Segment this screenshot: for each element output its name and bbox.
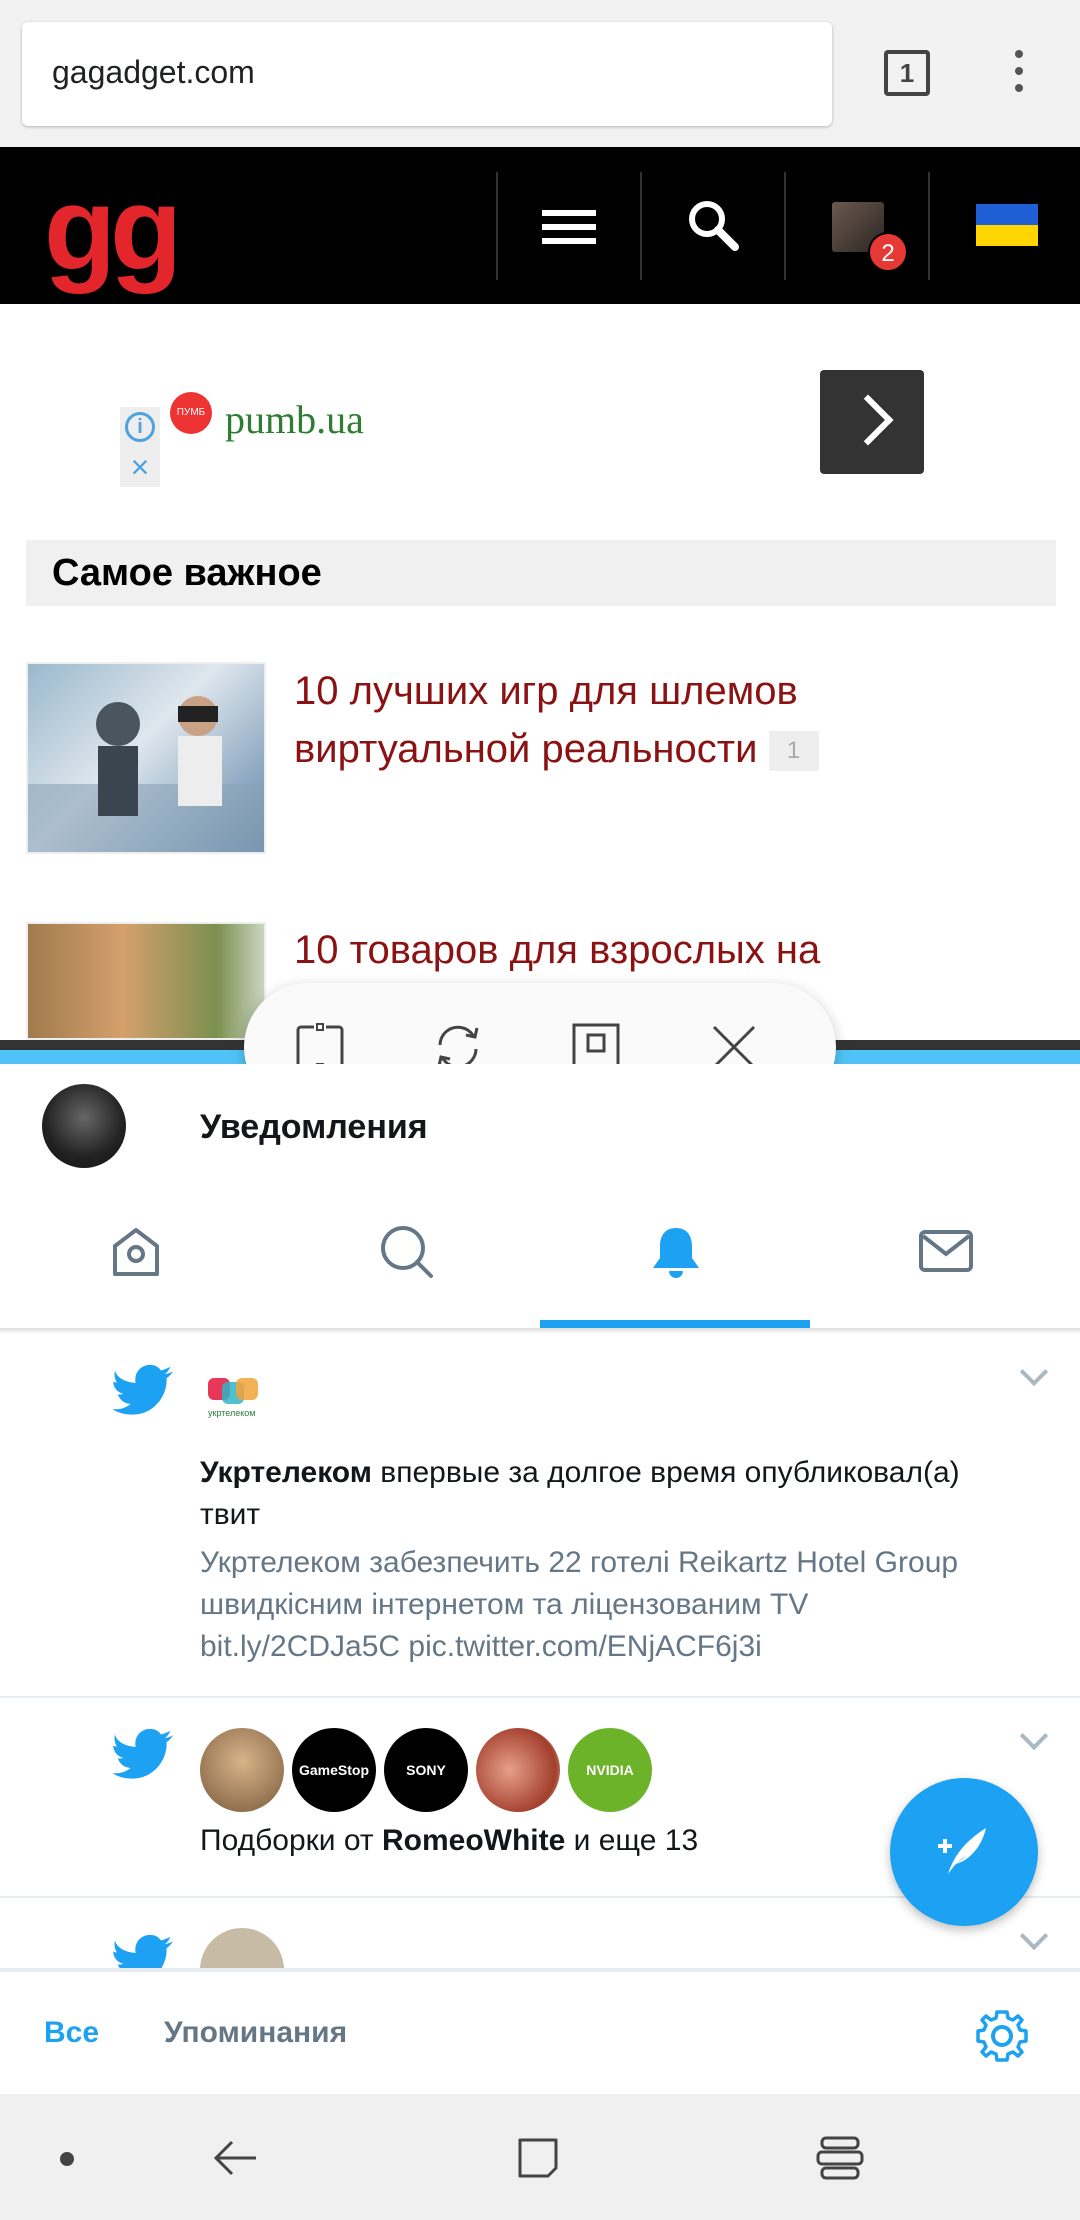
article-thumbnail[interactable] <box>26 662 266 854</box>
home-icon <box>113 1228 159 1276</box>
notification-text: Подборки от RomeoWhite и еще 13 <box>200 1824 699 1857</box>
page-title: Уведомления <box>200 1108 428 1146</box>
filter-mentions-tab[interactable]: Упоминания <box>164 2016 347 2050</box>
notification-badge: 2 <box>868 232 908 272</box>
article-thumbnail[interactable] <box>26 922 266 1040</box>
article-title[interactable]: 10 лучших игр для шлемов виртуальной реа… <box>294 669 798 771</box>
twitter-bird-icon <box>112 1728 174 1779</box>
section-header: Самое важное <box>26 540 1056 606</box>
ad-choices: i × <box>120 407 160 487</box>
tab-home[interactable] <box>0 1194 270 1328</box>
tab-messages[interactable] <box>810 1194 1080 1328</box>
url-text: gagadget.com <box>52 54 255 90</box>
chevron-down-icon[interactable] <box>1018 1926 1050 1958</box>
article-link[interactable]: 10 лучших игр для шлемов виртуальной реа… <box>294 662 914 778</box>
section-title: Самое важное <box>52 552 322 594</box>
site-logo[interactable]: gg <box>44 161 182 297</box>
vr-image <box>28 696 264 852</box>
recent-apps-icon[interactable] <box>812 2130 868 2186</box>
profile-avatar[interactable] <box>42 1084 126 1168</box>
header-divider <box>928 172 930 280</box>
ad-next-button[interactable] <box>820 370 924 474</box>
account-logo[interactable]: укртелеком <box>208 1378 270 1428</box>
browser-toolbar: gagadget.com 1 <box>0 0 1080 147</box>
avatar[interactable]: NVIDIA <box>568 1728 652 1812</box>
twitter-bird-icon <box>112 1364 174 1415</box>
comment-count[interactable]: 1 <box>768 731 819 772</box>
avatar[interactable]: SONY <box>384 1728 468 1812</box>
gear-icon[interactable] <box>974 2008 1030 2064</box>
header-divider <box>496 172 498 280</box>
header-divider <box>784 172 786 280</box>
twitter-header: Уведомления <box>0 1064 1080 1328</box>
notification-text: Укртелеком впервые за долгое время опубл… <box>200 1456 960 1531</box>
filter-all-tab[interactable]: Все <box>44 2016 99 2050</box>
tab-notifications[interactable] <box>540 1194 810 1328</box>
home-nav-icon[interactable] <box>510 2130 566 2186</box>
quill-icon <box>938 1828 986 1874</box>
address-bar[interactable]: gagadget.com <box>22 22 832 126</box>
twitter-bird-icon <box>113 1934 174 1968</box>
tab-switcher-button[interactable]: 1 <box>884 50 930 96</box>
site-header: gg 2 <box>0 147 1080 304</box>
close-ad-icon[interactable]: × <box>125 451 155 483</box>
article-link[interactable]: 10 товаров для взрослых на <box>294 921 1054 979</box>
ukraine-flag-icon[interactable] <box>976 204 1038 246</box>
article-title[interactable]: 10 товаров для взрослых на <box>294 928 820 972</box>
account-name[interactable]: Укртелеком <box>200 1456 372 1489</box>
search-icon[interactable] <box>685 197 741 253</box>
notification-item[interactable]: укртелеком Укртелеком впервые за долгое … <box>0 1334 1080 1698</box>
mail-icon <box>919 1230 973 1272</box>
tweet-snippet: Укртелеком забезпечить 22 готелі Reikart… <box>200 1546 959 1663</box>
info-icon[interactable]: i <box>125 412 155 442</box>
ad-brand-logo: ПУМБ <box>170 392 212 434</box>
chevron-down-icon[interactable] <box>1018 1362 1050 1394</box>
user-name[interactable]: RomeoWhite <box>382 1824 565 1857</box>
back-icon[interactable] <box>208 2130 264 2186</box>
bell-icon <box>653 1228 699 1278</box>
header-divider <box>640 172 642 280</box>
avatar[interactable]: GameStop <box>292 1728 376 1812</box>
avatar[interactable] <box>200 1728 284 1812</box>
avatar[interactable] <box>200 1928 284 1968</box>
ad-domain[interactable]: pumb.ua <box>225 396 364 443</box>
android-navigation-bar <box>0 2094 1080 2220</box>
search-icon <box>381 1226 433 1278</box>
notification-filter-bar: Все Упоминания <box>0 1970 1080 2094</box>
tab-search[interactable] <box>270 1194 540 1328</box>
compose-tweet-button[interactable] <box>890 1778 1038 1926</box>
nav-dot-icon[interactable] <box>60 2152 74 2166</box>
browser-menu-button[interactable] <box>1010 50 1028 100</box>
hamburger-menu-icon[interactable] <box>542 210 596 244</box>
avatar[interactable] <box>476 1728 560 1812</box>
chevron-down-icon[interactable] <box>1018 1726 1050 1758</box>
